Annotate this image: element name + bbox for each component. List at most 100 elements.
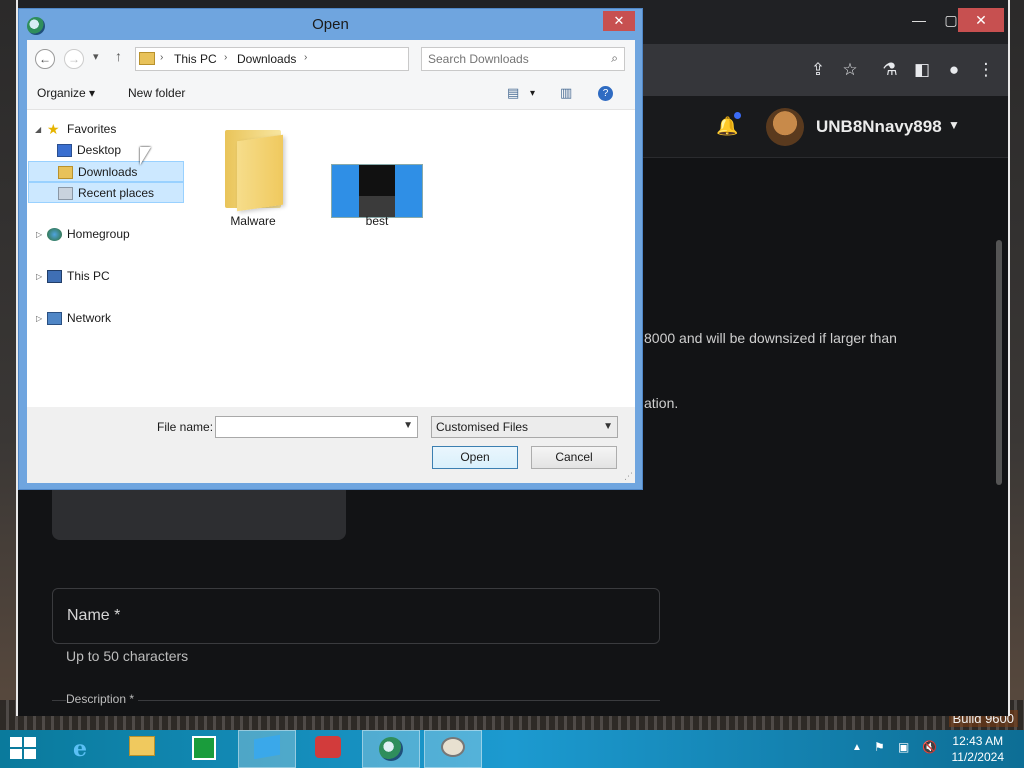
tree-item-downloads[interactable]: Downloads [28,161,184,182]
file-explorer-icon [128,736,156,762]
breadcrumb-separator-icon[interactable]: › [304,52,307,63]
dialog-title: Open [312,16,349,33]
chevron-down-icon[interactable]: ▼ [403,420,413,431]
clock-date: 11/2/2024 [951,750,1005,764]
collapsed-arrow-icon[interactable]: ▷ [36,308,42,329]
file-name: Malware [230,214,276,228]
resize-grip-icon[interactable]: ⋰ [624,471,633,482]
bookmark-star-icon[interactable]: ☆ [838,58,862,82]
tree-item-homegroup[interactable]: ▷ Homegroup [27,224,185,245]
taskbar-paint[interactable] [424,730,482,768]
back-arrow-icon[interactable]: ← [35,49,55,69]
taskbar-internet-explorer[interactable]: e [52,730,110,768]
internet-explorer-icon: e [73,736,87,762]
paint-palette-icon [439,737,467,763]
description-field[interactable] [52,700,660,720]
start-button[interactable] [0,730,58,768]
app-red-icon [314,736,342,762]
tree-label-network: Network [67,311,112,325]
tree-item-recent-places[interactable]: Recent places [28,182,184,203]
open-button[interactable]: Open [432,446,518,469]
desktop-icon [57,144,72,157]
page-scrollbar[interactable] [996,166,1002,706]
computer-icon [47,270,62,283]
image-thumbnail [331,164,423,218]
file-name: best [365,214,389,228]
minimize-icon[interactable]: — [906,10,932,30]
chevron-down-icon[interactable]: ▼ [948,118,960,132]
taskbar-app-globe[interactable] [362,730,420,768]
extensions-icon[interactable]: ⚗ [878,58,902,82]
homegroup-icon [47,228,62,241]
notification-bell-icon[interactable]: 🔔 [716,116,738,137]
address-bar[interactable]: › This PC › Downloads › ▾ ↻ [135,47,509,71]
cancel-button[interactable]: Cancel [531,446,617,469]
view-dropdown-icon[interactable]: ▾ [530,88,535,99]
breadcrumb-downloads[interactable]: Downloads [237,52,296,66]
up-arrow-icon[interactable]: ↑ [115,48,122,64]
forward-arrow-icon[interactable]: → [64,49,84,69]
globe-app-icon [377,737,405,763]
sidepanel-icon[interactable]: ◧ [910,58,934,82]
expanded-arrow-icon[interactable]: ◢ [35,119,41,140]
action-center-flag-icon[interactable]: ⚑ [874,740,885,754]
navigation-bar: ← → ▾ ↑ › This PC › Downloads › ▾ ↻ ⌕ [27,40,635,78]
breadcrumb-separator-icon[interactable]: › [224,52,227,63]
avatar[interactable] [766,108,804,146]
taskbar-app-blue[interactable] [238,730,296,768]
scrollbar-thumb[interactable] [996,240,1002,485]
file-type-filter-value: Customised Files [436,420,529,434]
username[interactable]: UNB8Nnavy898 [816,117,942,137]
tree-item-network[interactable]: ▷ Network [27,308,185,329]
profile-icon[interactable]: ● [942,58,966,82]
help-icon[interactable]: ? [598,86,613,101]
share-icon[interactable]: ⇪ [806,58,830,82]
search-box[interactable]: ⌕ [421,47,625,71]
chevron-down-icon[interactable]: ▼ [603,417,613,437]
new-folder-button[interactable]: New folder [128,86,185,100]
tree-item-desktop[interactable]: Desktop [27,140,185,161]
recent-locations-dropdown-icon[interactable]: ▾ [93,50,99,63]
windows-logo-icon [10,737,38,761]
dialog-footer: File name: ▼ Customised Files ▼ Open Can… [27,407,635,483]
organize-button[interactable]: Organize ▾ [37,86,95,100]
taskbar-app-red[interactable] [300,730,358,768]
tree-label-desktop: Desktop [77,143,122,157]
store-icon [190,736,218,762]
collapsed-arrow-icon[interactable]: ▷ [36,224,42,245]
tree-item-this-pc[interactable]: ▷ This PC [27,266,185,287]
file-name-label: File name: [157,420,214,434]
preview-pane-icon[interactable]: ▥ [560,85,572,101]
file-item-malware-folder[interactable]: Malware [203,116,303,236]
breadcrumb-this-pc[interactable]: This PC [174,52,217,66]
search-icon[interactable]: ⌕ [611,51,618,66]
menu-kebab-icon[interactable]: ⋮ [974,58,998,82]
taskbar-file-explorer[interactable] [114,730,172,768]
network-status-icon[interactable]: ▣ [898,740,909,754]
volume-muted-icon[interactable]: 🔇 [922,740,937,754]
breadcrumb-separator-icon[interactable]: › [160,52,163,63]
show-hidden-icons-icon[interactable]: ▲ [852,742,862,753]
file-item-best-image[interactable]: best [321,116,433,236]
browser-close-button[interactable]: ✕ [958,8,1004,32]
file-name-combobox[interactable]: ▼ [215,416,418,438]
collapsed-arrow-icon[interactable]: ▷ [36,266,42,287]
clock-time: 12:43 AM [952,734,1004,748]
downloads-folder-icon [58,166,73,179]
taskbar-store[interactable] [176,730,234,768]
tree-label-this-pc: This PC [67,269,110,283]
tree-item-favorites[interactable]: ◢ ★ Favorites [27,119,185,140]
dialog-close-button[interactable]: ✕ [603,11,635,31]
navigation-pane: ◢ ★ Favorites Desktop Downloads Recent p… [27,110,187,407]
system-clock[interactable]: 12:43 AM 11/2/2024 [952,733,1005,765]
app-window-icon [253,734,281,763]
description-label: Description * [66,692,139,706]
search-input[interactable] [428,52,598,66]
view-options-icon[interactable]: ▤ [507,85,519,101]
name-field[interactable]: Name * [52,588,660,644]
star-icon: ★ [47,121,60,137]
open-file-dialog: Open ✕ ← → ▾ ↑ › This PC › Downloads › ▾… [18,8,643,490]
file-name-input[interactable] [219,417,399,437]
file-type-filter-select[interactable]: Customised Files ▼ [431,416,618,438]
upload-info-text-2: ation. [644,395,679,411]
